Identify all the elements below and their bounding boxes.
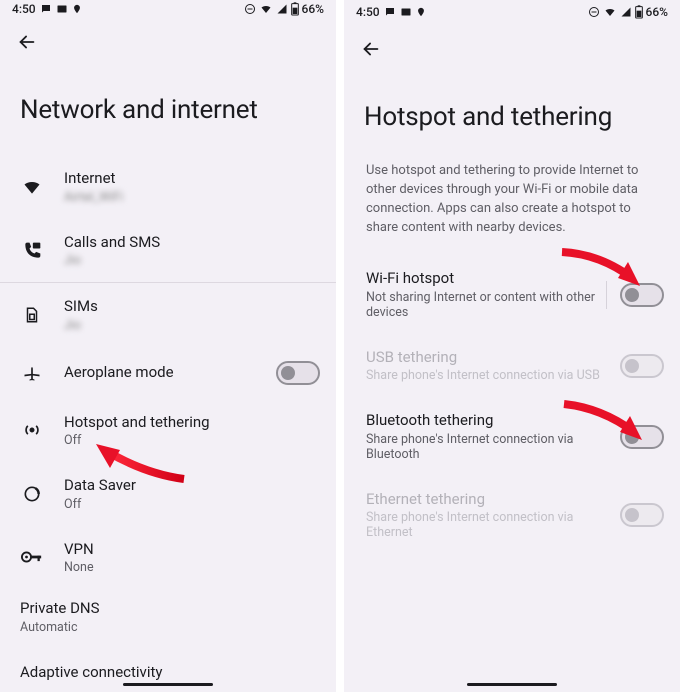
page-title: Hotspot and tethering [344, 74, 680, 162]
wifi-icon [603, 6, 617, 18]
status-bar: 4:50 66% [344, 0, 680, 24]
item-sub: Not sharing Internet or content with oth… [366, 290, 600, 320]
item-hotspot-tethering[interactable]: Hotspot and tethering Off [0, 399, 336, 463]
item-sub: Share phone's Internet connection via Et… [366, 510, 600, 540]
vpn-key-icon [21, 549, 43, 565]
item-label: VPN [64, 540, 320, 560]
item-sub: Off [64, 433, 320, 448]
aeroplane-toggle[interactable] [276, 361, 320, 385]
sim-icon [23, 305, 41, 325]
hotspot-icon [22, 420, 42, 440]
usb-tethering-toggle [620, 354, 664, 378]
item-sub: Off [64, 497, 320, 512]
screen-hotspot-tethering: 4:50 66% Hotspot and tethering Use hotsp… [344, 0, 680, 692]
item-label: Ethernet tethering [366, 490, 600, 510]
status-battery: 66% [646, 5, 668, 19]
signal-icon [276, 3, 288, 15]
item-data-saver[interactable]: Data Saver Off [0, 462, 336, 526]
page-title: Network and internet [0, 67, 336, 155]
battery-icon [635, 5, 643, 19]
back-icon[interactable] [360, 38, 382, 60]
item-internet[interactable]: Internet Airtel_WiFi [0, 155, 336, 219]
image-icon [400, 6, 412, 18]
airplane-icon [22, 363, 42, 383]
signal-icon [620, 6, 632, 18]
item-aeroplane-mode[interactable]: Aeroplane mode [0, 347, 336, 399]
item-sub: Share phone's Internet connection via US… [366, 368, 600, 383]
item-calls-sms[interactable]: Calls and SMS Jio [0, 219, 336, 283]
chat-icon [40, 3, 52, 15]
gesture-bar [467, 683, 557, 686]
dnd-icon [244, 3, 256, 15]
wifi-hotspot-toggle[interactable] [620, 283, 664, 307]
battery-icon [291, 2, 299, 16]
screen-network-and-internet: 4:50 66% Network and internet Internet A… [0, 0, 336, 692]
item-sub: Share phone's Internet connection via Bl… [366, 432, 600, 462]
item-label: Private DNS [20, 599, 316, 619]
item-ethernet-tethering: Ethernet tethering Share phone's Interne… [344, 476, 680, 555]
location-icon [72, 3, 82, 15]
item-label: Calls and SMS [64, 233, 320, 253]
item-sub: None [64, 560, 320, 575]
status-time: 4:50 [12, 2, 36, 16]
data-saver-icon [22, 484, 42, 504]
item-sub: Automatic [20, 620, 316, 635]
item-private-dns[interactable]: Private DNS Automatic [0, 589, 336, 645]
back-icon[interactable] [16, 31, 38, 53]
item-label: USB tethering [366, 348, 600, 368]
item-label: SIMs [64, 297, 320, 317]
item-label: Bluetooth tethering [366, 411, 600, 431]
chat-icon [384, 6, 396, 18]
item-label: Wi-Fi hotspot [366, 269, 600, 289]
status-bar: 4:50 66% [0, 0, 336, 17]
phone-sms-icon [22, 241, 42, 261]
item-label: Adaptive connectivity [20, 663, 316, 683]
location-icon [416, 6, 426, 18]
ethernet-tethering-toggle [620, 503, 664, 527]
gesture-bar [123, 683, 213, 686]
item-sub: Jio [64, 318, 320, 333]
wifi-icon [259, 3, 273, 15]
status-time: 4:50 [356, 5, 380, 19]
item-sub: Jio [64, 253, 320, 268]
item-bluetooth-tethering[interactable]: Bluetooth tethering Share phone's Intern… [344, 397, 680, 476]
item-label: Data Saver [64, 476, 320, 496]
item-label: Hotspot and tethering [64, 413, 320, 433]
item-sims[interactable]: SIMs Jio [0, 283, 336, 347]
bluetooth-tethering-toggle[interactable] [620, 425, 664, 449]
image-icon [56, 3, 68, 15]
wifi-icon [22, 177, 42, 197]
item-sub: Airtel_WiFi [64, 190, 320, 205]
item-label: Internet [64, 169, 320, 189]
item-wifi-hotspot[interactable]: Wi-Fi hotspot Not sharing Internet or co… [344, 255, 680, 334]
status-battery: 66% [302, 2, 324, 16]
item-vpn[interactable]: VPN None [0, 526, 336, 590]
item-usb-tethering: USB tethering Share phone's Internet con… [344, 334, 680, 398]
page-description: Use hotspot and tethering to provide Int… [344, 162, 680, 255]
dnd-icon [588, 6, 600, 18]
item-label: Aeroplane mode [64, 363, 256, 383]
